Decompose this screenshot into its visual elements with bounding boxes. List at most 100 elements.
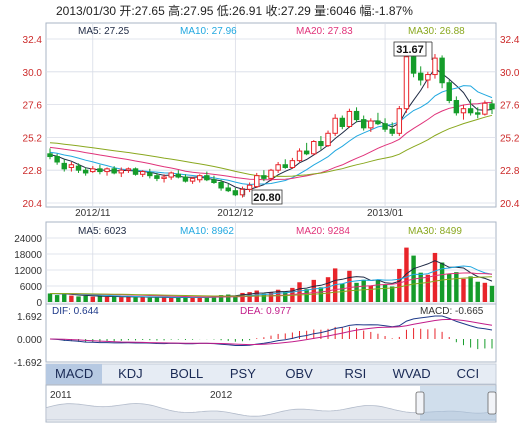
candle-body <box>389 128 395 134</box>
candle-body <box>196 175 203 181</box>
volume-bar <box>375 280 381 302</box>
volume-bar <box>489 285 495 302</box>
candle[interactable] <box>403 48 410 113</box>
candle-body <box>403 56 410 110</box>
candle-body <box>132 168 139 175</box>
candle[interactable] <box>432 54 438 79</box>
tab-rsi[interactable]: RSI <box>327 364 383 384</box>
volume-bar <box>325 277 331 302</box>
x-tick-label: 2013/01 <box>367 208 404 219</box>
volume-bar <box>111 296 117 302</box>
volume-tick: 6000 <box>20 282 43 293</box>
volume-bar <box>97 296 103 302</box>
candle[interactable] <box>311 140 317 156</box>
volume-bar <box>389 286 395 302</box>
navigator-selection[interactable] <box>420 386 496 421</box>
volume-bar <box>126 296 131 302</box>
legend-ma30: MA30: 26.88 <box>408 26 465 37</box>
candle-body <box>339 117 346 127</box>
candle-body <box>82 169 89 174</box>
candle-body <box>396 108 403 134</box>
price-y-axis-left: 32.4 30.0 27.6 25.2 22.8 20.4 <box>23 35 43 210</box>
candle[interactable] <box>346 108 353 128</box>
macd-tick: 1.692 <box>17 312 42 323</box>
candle-body <box>118 169 125 174</box>
volume-tick: 18000 <box>14 250 42 261</box>
candle-body <box>147 172 153 177</box>
volume-bar <box>83 295 88 302</box>
candle-body <box>296 150 303 162</box>
stock-chart: 32.4 30.0 27.6 25.2 22.8 20.4 32.4 30.0 27.6 25.… <box>14 22 520 423</box>
candle-body <box>475 112 481 115</box>
price-tick-left: 30.0 <box>23 68 43 79</box>
price-tick-left: 25.2 <box>23 133 43 144</box>
price-tick-right: 32.4 <box>500 35 520 46</box>
volume-bar <box>119 297 124 302</box>
volume-tick: 24000 <box>14 234 42 245</box>
candle-body <box>75 165 82 171</box>
volume-bar <box>133 297 138 302</box>
candle[interactable] <box>446 80 452 104</box>
candle-body <box>225 187 231 192</box>
candle-body <box>482 102 488 115</box>
navigator-left-handle[interactable] <box>415 391 425 415</box>
macd-dea-label: DEA: 0.977 <box>240 306 292 317</box>
candle-body <box>289 160 296 168</box>
tab-kdj[interactable]: KDJ <box>102 364 158 384</box>
candle-body <box>168 172 174 178</box>
candle-body <box>311 141 317 155</box>
tab-psy[interactable]: PSY <box>215 364 271 384</box>
candle-body <box>325 132 331 147</box>
candle-body <box>97 168 103 173</box>
price-y-axis-right: 32.4 30.0 27.6 25.2 22.8 20.4 <box>500 35 520 210</box>
candle-body <box>47 153 53 158</box>
volume-bar <box>47 293 53 302</box>
candle-body <box>268 169 274 179</box>
volume-bar <box>76 296 81 302</box>
candle-body <box>275 164 281 171</box>
candle-body <box>346 110 353 127</box>
tab-boll[interactable]: BOLL <box>159 364 215 384</box>
volume-bar <box>147 297 153 302</box>
navigator-right-handle[interactable] <box>487 391 497 415</box>
volume-tick: 0 <box>36 298 42 309</box>
volume-bar <box>468 276 473 302</box>
quote-header: 2013/01/30 开:27.65 高:27.95 低:26.91 收:27.… <box>56 4 413 18</box>
candle-body <box>189 177 196 182</box>
candle-body <box>125 168 132 171</box>
tab-obv[interactable]: OBV <box>271 364 327 384</box>
volume-bar <box>397 268 402 302</box>
candle-body <box>139 171 146 175</box>
volume-bar <box>425 274 431 302</box>
candle[interactable] <box>132 167 139 176</box>
candle-body <box>375 120 381 125</box>
candle-body <box>460 108 467 114</box>
volume-bar <box>69 295 74 302</box>
candle[interactable] <box>254 172 260 188</box>
candle-body <box>204 175 210 181</box>
candle[interactable] <box>482 100 488 116</box>
price-tick-right: 22.8 <box>500 166 520 177</box>
candle-body <box>68 164 75 168</box>
candle-body <box>232 190 239 196</box>
volume-bar <box>482 282 488 302</box>
price-tick-left: 32.4 <box>23 35 43 46</box>
volume-bar <box>454 272 459 302</box>
legend-ma10: MA10: 27.96 <box>180 26 237 37</box>
candle[interactable] <box>396 105 403 137</box>
candle-body <box>489 103 495 110</box>
macd-tick: -1.692 <box>14 358 43 369</box>
tab-macd[interactable]: MACD <box>46 364 103 384</box>
candle-body <box>111 168 117 174</box>
candle[interactable] <box>325 130 331 147</box>
price-tick-right: 30.0 <box>500 68 520 79</box>
legend-ma20: MA20: 27.83 <box>296 26 353 37</box>
candle-body <box>318 141 324 147</box>
volume-bar <box>176 297 181 302</box>
candle-body <box>453 100 460 114</box>
macd-value-label: MACD: -0.665 <box>420 306 484 317</box>
candle-body <box>161 176 167 179</box>
tab-cci[interactable]: CCI <box>440 364 496 384</box>
candle-body <box>182 176 189 182</box>
tab-wvad[interactable]: WVAD <box>384 364 440 384</box>
